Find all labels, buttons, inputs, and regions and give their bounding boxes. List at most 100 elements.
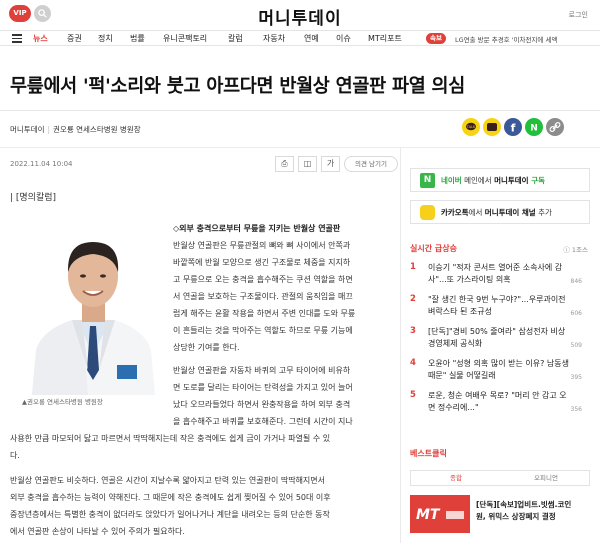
paragraph-line: 다. — [10, 451, 20, 460]
link-icon — [549, 122, 561, 132]
svg-text:TALK: TALK — [466, 125, 476, 129]
article-paragraph-2b: 사용한 만큼 마모되어 닳고 마르면서 딱딱해지는데 작은 충격에도 쉽게 금이… — [10, 430, 395, 464]
font-size-icon: 가 — [326, 159, 335, 168]
nav-item-unicorn-factory[interactable]: 유니콘팩토리 — [163, 33, 207, 44]
article-paragraph-3: 반월상 연골판도 비슷하다. 연골은 시간이 지날수록 얇아지고 탄력 있는 연… — [10, 472, 395, 540]
nav-item-politics[interactable]: 정치 — [98, 33, 113, 44]
svg-text:MT: MT — [416, 507, 441, 523]
divider — [0, 147, 600, 148]
realtime-meta[interactable]: ⓘ 1조스 — [563, 244, 588, 254]
byline-source[interactable]: 머니투데이 — [10, 125, 45, 134]
rank-number: 2 — [410, 294, 416, 304]
paragraph-subtitle: ◇외부 충격으로부터 무릎을 지키는 반월상 연골판 — [173, 224, 341, 233]
facebook-share-button[interactable]: f — [504, 118, 522, 136]
site-logo[interactable]: 머니투데이 — [0, 4, 600, 29]
paragraph-line: 외부 충격을 흡수하는 능력이 약해진다. 그 때문에 작은 충격에도 쉽게 찢… — [10, 493, 331, 502]
print-button[interactable]: ⎙ — [275, 156, 294, 172]
naver-share-button[interactable]: N — [525, 118, 543, 136]
breaking-ticker[interactable]: LG연출 방문 추경호 '이차전지에 세액 — [455, 34, 557, 44]
naver-subscribe-text: 네이버 메인에서 머니투데이 구독 — [441, 176, 545, 185]
publish-date: 2022.11.04 10:04 — [10, 160, 73, 168]
font-size-button[interactable]: 가 — [321, 156, 340, 172]
kakaotalk-share-button[interactable]: TALK — [462, 118, 480, 136]
kakaotalk-icon: TALK — [466, 122, 476, 131]
best-click-tabs: 종합 오피니언 — [410, 470, 590, 486]
nav-item-stocks[interactable]: 증권 — [67, 33, 82, 44]
bookmark-button[interactable]: ◫ — [298, 156, 317, 172]
byline: 머니투데이 | 권오룡 연세스타병원 병원장 — [10, 125, 141, 134]
kakaostory-share-button[interactable] — [483, 118, 501, 136]
nav-item-car[interactable]: 자동차 — [263, 33, 285, 44]
tab-overall[interactable]: 종합 — [411, 471, 501, 485]
column-divider — [400, 148, 401, 543]
nav-item-issue[interactable]: 이슈 — [336, 33, 351, 44]
main-nav: 뉴스 증권 정치 법률 유니콘팩토리 칼럼 자동차 연예 이슈 MT리포트 속보… — [0, 30, 600, 46]
paragraph-line: 났다 오므라들었다 하면서 완충작용을 하여 외부 충격 — [173, 400, 351, 409]
nav-item-mt-report[interactable]: MT리포트 — [368, 33, 402, 44]
naver-icon: N — [420, 173, 435, 188]
article-paragraph-1: ◇외부 충격으로부터 무릎을 지키는 반월상 연골판 반월상 연골판은 무릎관절… — [173, 220, 391, 356]
paragraph-line: 상당한 기여를 한다. — [173, 343, 240, 352]
trending-headline: 로운, 청순 여배우 목로? "머리 안 감고 오면 정수리에..." — [428, 391, 567, 412]
paragraph-line: 면 도로를 달리는 타이어는 탄력성을 가지고 있어 늘어 — [173, 383, 353, 392]
tab-opinion[interactable]: 오피니언 — [501, 471, 591, 485]
paragraph-line: 바깥쪽에 반월 모양으로 생긴 구조물로 체중을 지지하 — [173, 258, 351, 267]
rank-number: 1 — [410, 262, 416, 272]
paragraph-line: 이 흔들리는 것을 막아주는 역할도 하므로 무릎 기능에 — [173, 326, 353, 335]
kakao-channel-box[interactable]: 카카오톡에서 머니투데이 채널 추가 — [410, 200, 590, 224]
naver-icon: N — [530, 124, 538, 134]
kakaotalk-icon — [420, 205, 435, 220]
svg-text:f: f — [511, 122, 516, 135]
byline-author: 권오룡 연세스타병원 병원장 — [53, 125, 141, 134]
trending-headline: 오윤아 "성형 의혹 많이 받는 이유? 남동생 때문" 실물 어떻길래 — [428, 359, 569, 380]
paragraph-line: 고 무릎으로 오는 충격을 흡수해주는 쿠션 역할을 하면 — [173, 275, 353, 284]
top-header: VIP 머니투데이 로그인 — [0, 0, 600, 30]
breaking-badge: 속보 — [426, 33, 446, 44]
kakaostory-icon — [487, 123, 497, 131]
facebook-icon: f — [511, 122, 516, 135]
nav-item-law[interactable]: 법률 — [130, 33, 145, 44]
paragraph-line: 중장년층에서는 특별한 충격이 없더라도 앉았다가 일어나거나 계단을 내려오는… — [10, 510, 330, 519]
view-count: 509 — [570, 342, 582, 349]
paragraph-line: 사용한 만큼 마모되어 닳고 마르면서 딱딱해지는데 작은 충격에도 쉽게 금이… — [10, 434, 331, 443]
divider — [0, 110, 600, 111]
author-photo — [22, 220, 165, 395]
bookmark-icon: ◫ — [303, 159, 312, 168]
kakao-channel-text: 카카오톡에서 머니투데이 채널 추가 — [441, 208, 552, 217]
nav-item-entertainment[interactable]: 연예 — [304, 33, 319, 44]
link-copy-button[interactable] — [546, 118, 564, 136]
rank-number: 5 — [410, 390, 416, 400]
menu-icon[interactable] — [12, 34, 22, 43]
print-icon: ⎙ — [281, 159, 288, 168]
column-label: | [명의칼럼] — [10, 193, 57, 203]
trending-headline: 이승기 "적자 콘서트 열어준 소속사에 감 사"...또 가스라이팅 의혹 — [428, 263, 563, 284]
realtime-trending-title: 실시간 급상승 — [410, 244, 457, 253]
comment-button[interactable]: 의견 남기기 — [344, 156, 398, 172]
trending-headline: [단독]"경비 50% 줄여라" 삼성전자 비상 경영체제 공식화 — [428, 327, 566, 348]
rank-number: 4 — [410, 358, 416, 368]
best-click-title: 베스트클릭 — [410, 449, 447, 458]
login-link[interactable]: 로그인 — [569, 10, 588, 20]
paragraph-line: 서 연골을 보호하는 구조물이다. 관절의 움직임을 매끄 — [173, 292, 353, 301]
view-count: 395 — [570, 374, 582, 381]
promo-headline[interactable]: [단독][속보]업비트.빗썸.코인 원, 위믹스 상장폐지 결정 — [476, 499, 594, 523]
nav-item-news[interactable]: 뉴스 — [33, 33, 48, 44]
paragraph-line: 반월상 연골판은 무릎관절의 뼈와 뼈 사이에서 안쪽과 — [173, 241, 351, 250]
photo-caption: ▲권오룡 연세스타병원 병원장 — [22, 398, 103, 406]
promo-thumbnail[interactable]: MT — [410, 495, 470, 533]
naver-subscribe-box[interactable]: N 네이버 메인에서 머니투데이 구독 — [410, 168, 590, 192]
view-count: 606 — [570, 310, 582, 317]
view-count: 846 — [570, 278, 582, 285]
paragraph-line: 에서 연골판 손상이 나타날 수 있어 주의가 필요하다. — [10, 527, 185, 536]
nav-item-column[interactable]: 칼럼 — [228, 33, 243, 44]
svg-text:N: N — [530, 124, 538, 134]
rank-number: 3 — [410, 326, 416, 336]
view-count: 356 — [570, 406, 582, 413]
article-paragraph-2a: 반월상 연골판을 자동차 바퀴의 고무 타이어에 비유하 면 도로를 달리는 타… — [173, 362, 391, 430]
paragraph-line: 럽게 해주는 윤활 작용을 하면서 주변 인대를 도와 무릎 — [173, 309, 356, 318]
trending-headline: "잘 생긴 한국 9번 누구야?"...우루과이전 벼락스타 된 조규성 — [428, 295, 566, 316]
paragraph-line: 반월상 연골판을 자동차 바퀴의 고무 타이어에 비유하 — [173, 366, 351, 375]
article-headline: 무릎에서 '퍽'소리와 붓고 아프다면 반월상 연골판 파열 의심 — [10, 76, 465, 97]
paragraph-line: 을 흡수해주고 바퀴를 보호해준다. 그런데 시간이 지나 — [173, 417, 353, 426]
paragraph-line: 반월상 연골판도 비슷하다. 연골은 시간이 지날수록 얇아지고 탄력 있는 연… — [10, 476, 326, 485]
